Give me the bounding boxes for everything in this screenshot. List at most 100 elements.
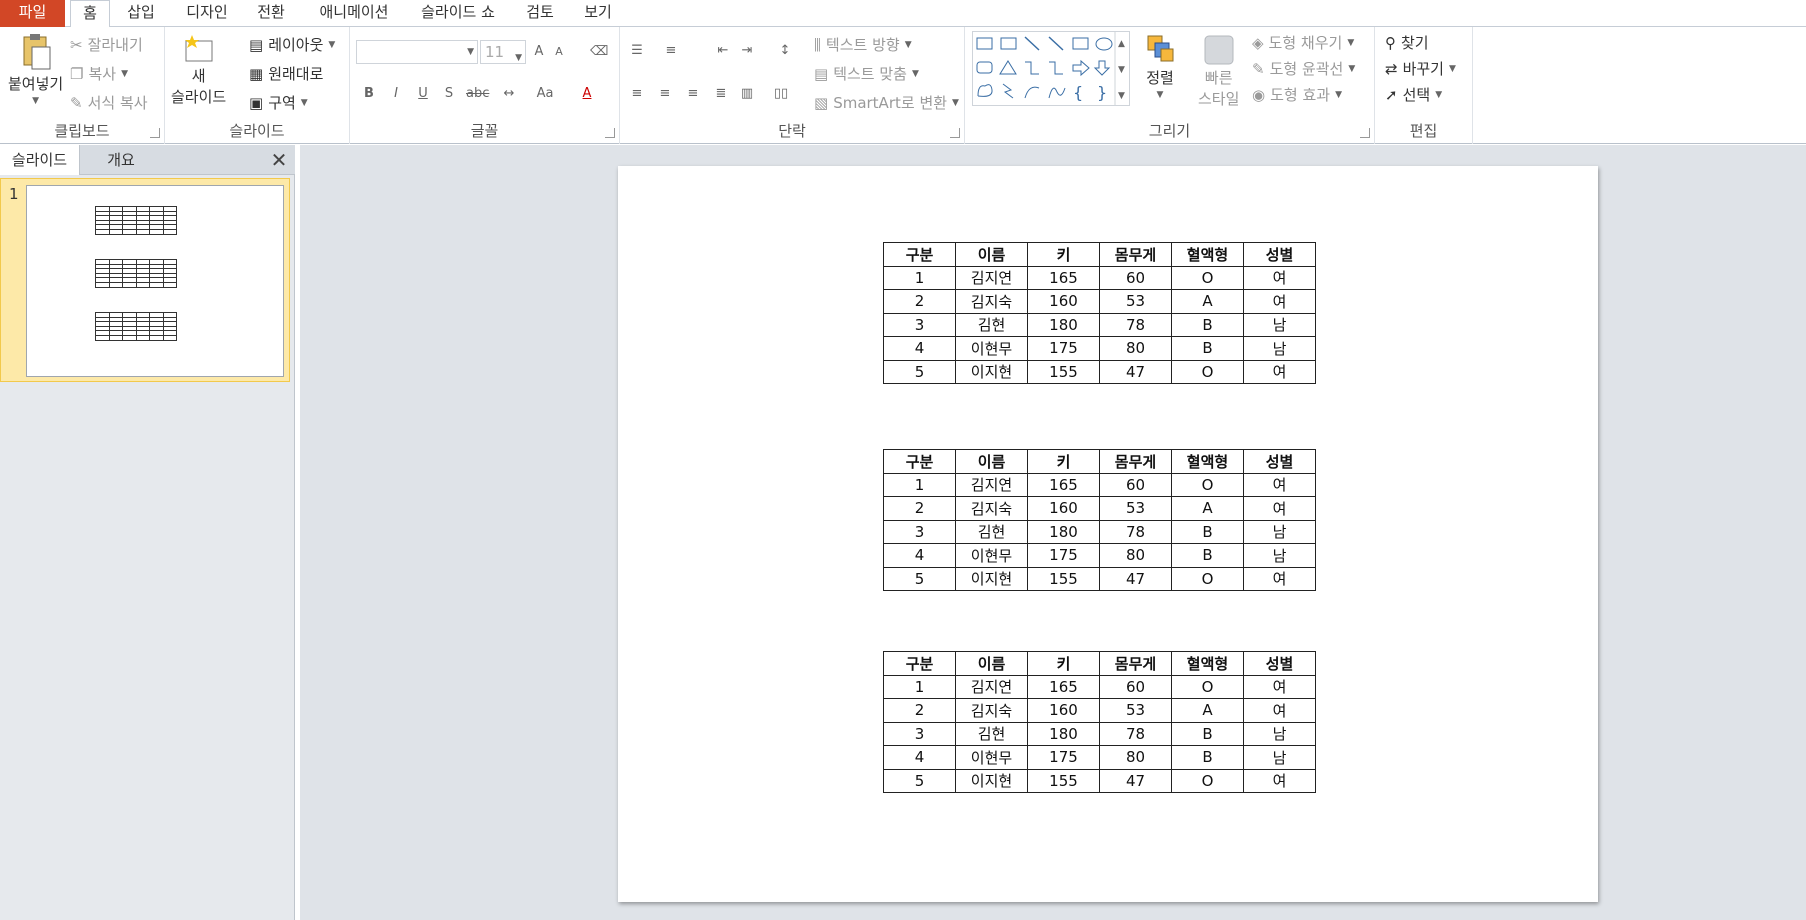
table-cell[interactable]: 160 — [1027, 698, 1100, 723]
table-cell[interactable]: 남 — [1243, 519, 1316, 544]
table-cell[interactable]: B — [1171, 543, 1244, 568]
data-table-2[interactable]: 구분 이름 키 몸무게 혈액형 성별 1 김지연 165 60 O 여 2 김지숙 160 53 A 여 3 김현 18… — [883, 449, 1316, 591]
table-cell[interactable]: 남 — [1243, 745, 1316, 770]
table-cell[interactable]: 160 — [1027, 496, 1100, 521]
table-cell[interactable]: 1 — [883, 674, 956, 699]
data-table-1[interactable]: 구분 이름 키 몸무게 혈액형 성별 1 김지연 165 60 O 여 2 김지숙 160 53 A 여 3 김현 18… — [883, 242, 1316, 384]
font-name-select[interactable]: ▼ — [356, 40, 478, 64]
layout-button[interactable]: ▤ 레이아웃 ▼ — [249, 34, 335, 55]
table-cell[interactable]: 여 — [1243, 496, 1316, 521]
slide-canvas[interactable]: 구분 이름 키 몸무게 혈액형 성별 1 김지연 165 60 O 여 2 김지숙 160 53 A 여 3 김현 18… — [618, 166, 1598, 902]
font-size-select[interactable]: 11 ▼ — [480, 40, 526, 64]
header-cell[interactable]: 키 — [1027, 651, 1100, 676]
table-cell[interactable]: 60 — [1099, 674, 1172, 699]
paste-dropdown-icon[interactable]: ▼ — [32, 96, 39, 106]
decrease-indent-icon[interactable]: ⇤ — [714, 42, 732, 60]
reset-button[interactable]: ▦ 원래대로 — [249, 63, 323, 84]
convert-smartart-button[interactable]: ▧ SmartArt로 변환 ▼ — [814, 92, 959, 113]
select-button[interactable]: ➚ 선택 ▼ — [1385, 84, 1442, 105]
table-cell[interactable]: 여 — [1243, 359, 1316, 384]
text-direction-button[interactable]: ⫼ 텍스트 방향 ▼ — [814, 34, 912, 55]
shape-outline-button[interactable]: ✎ 도형 윤곽선 ▼ — [1252, 58, 1355, 79]
table-cell[interactable]: O — [1171, 265, 1244, 290]
table-cell[interactable]: 175 — [1027, 543, 1100, 568]
cut-button[interactable]: ✂ 잘라내기 — [70, 34, 143, 55]
table-cell[interactable]: 남 — [1243, 721, 1316, 746]
drawing-launcher-icon[interactable] — [1360, 128, 1370, 138]
table-cell[interactable]: O — [1171, 768, 1244, 793]
table-cell[interactable]: O — [1171, 359, 1244, 384]
header-cell[interactable]: 키 — [1027, 242, 1100, 267]
table-cell[interactable]: 60 — [1099, 265, 1172, 290]
table-cell[interactable]: 155 — [1027, 768, 1100, 793]
italic-icon[interactable]: I — [387, 85, 405, 103]
tab-insert[interactable]: 삽입 — [120, 0, 162, 27]
align-text-button[interactable]: ▤ 텍스트 맞춤 ▼ — [814, 63, 919, 84]
bold-icon[interactable]: B — [360, 85, 378, 103]
font-launcher-icon[interactable] — [605, 128, 615, 138]
table-cell[interactable]: 5 — [883, 359, 956, 384]
tab-view[interactable]: 보기 — [576, 0, 620, 27]
distributed-icon[interactable]: ▥ — [738, 85, 756, 103]
table-cell[interactable]: O — [1171, 566, 1244, 591]
table-cell[interactable]: 5 — [883, 566, 956, 591]
table-cell[interactable]: 3 — [883, 721, 956, 746]
table-cell[interactable]: 175 — [1027, 745, 1100, 770]
header-cell[interactable]: 혈액형 — [1171, 651, 1244, 676]
underline-icon[interactable]: U — [414, 85, 432, 103]
shadow-icon[interactable]: S — [440, 85, 458, 103]
table-cell[interactable]: B — [1171, 336, 1244, 361]
table-cell[interactable]: 이지현 — [955, 566, 1028, 591]
tab-review[interactable]: 검토 — [518, 0, 562, 27]
shapes-gallery[interactable]: { } ▲ ▼ ▼ — [972, 31, 1130, 106]
table-cell[interactable]: 김현 — [955, 519, 1028, 544]
table-cell[interactable]: 47 — [1099, 566, 1172, 591]
tab-animations[interactable]: 애니메이션 — [310, 0, 398, 27]
slide-thumbnail[interactable] — [26, 185, 284, 377]
table-cell[interactable]: 78 — [1099, 312, 1172, 337]
header-cell[interactable]: 성별 — [1243, 651, 1316, 676]
table-cell[interactable]: 47 — [1099, 768, 1172, 793]
table-cell[interactable]: 이지현 — [955, 359, 1028, 384]
quick-styles-button[interactable]: 빠른 스타일 — [1198, 33, 1239, 109]
align-center-icon[interactable]: ≡ — [656, 85, 674, 103]
header-cell[interactable]: 몸무게 — [1099, 449, 1172, 474]
table-cell[interactable]: 180 — [1027, 721, 1100, 746]
table-cell[interactable]: A — [1171, 496, 1244, 521]
header-cell[interactable]: 구분 — [883, 651, 956, 676]
table-cell[interactable]: 1 — [883, 265, 956, 290]
table-cell[interactable]: 남 — [1243, 312, 1316, 337]
clipboard-launcher-icon[interactable] — [150, 128, 160, 138]
table-cell[interactable]: A — [1171, 698, 1244, 723]
table-cell[interactable]: 53 — [1099, 289, 1172, 314]
section-button[interactable]: ▣ 구역 ▼ — [249, 92, 308, 113]
format-painter-button[interactable]: ✎ 서식 복사 — [70, 92, 148, 113]
copy-button[interactable]: ❐ 복사 ▼ — [70, 63, 128, 84]
change-case-icon[interactable]: Aa — [536, 85, 554, 103]
tab-slides[interactable]: 슬라이드 — [0, 145, 80, 175]
table-cell[interactable]: 이현무 — [955, 543, 1028, 568]
table-cell[interactable]: A — [1171, 289, 1244, 314]
tab-home[interactable]: 홈 — [70, 0, 110, 28]
table-cell[interactable]: 4 — [883, 745, 956, 770]
table-cell[interactable]: 180 — [1027, 519, 1100, 544]
header-cell[interactable]: 구분 — [883, 242, 956, 267]
table-cell[interactable]: B — [1171, 745, 1244, 770]
shrink-font-icon[interactable]: A — [550, 43, 568, 61]
table-cell[interactable]: 김지연 — [955, 674, 1028, 699]
find-button[interactable]: ⚲ 찾기 — [1385, 32, 1429, 53]
table-cell[interactable]: 78 — [1099, 519, 1172, 544]
table-cell[interactable]: 80 — [1099, 745, 1172, 770]
table-cell[interactable]: B — [1171, 312, 1244, 337]
table-cell[interactable]: 3 — [883, 312, 956, 337]
arrange-button[interactable]: 정렬 ▼ — [1145, 33, 1175, 100]
shape-fill-button[interactable]: ◈ 도형 채우기 ▼ — [1252, 32, 1354, 53]
table-cell[interactable]: O — [1171, 472, 1244, 497]
paste-button[interactable]: 붙여넣기 ▼ — [8, 33, 63, 106]
header-cell[interactable]: 혈액형 — [1171, 449, 1244, 474]
table-cell[interactable]: 60 — [1099, 472, 1172, 497]
numbering-icon[interactable]: ≡ — [662, 42, 680, 60]
table-cell[interactable]: 여 — [1243, 566, 1316, 591]
table-cell[interactable]: 남 — [1243, 336, 1316, 361]
tab-file[interactable]: 파일 — [0, 0, 65, 27]
